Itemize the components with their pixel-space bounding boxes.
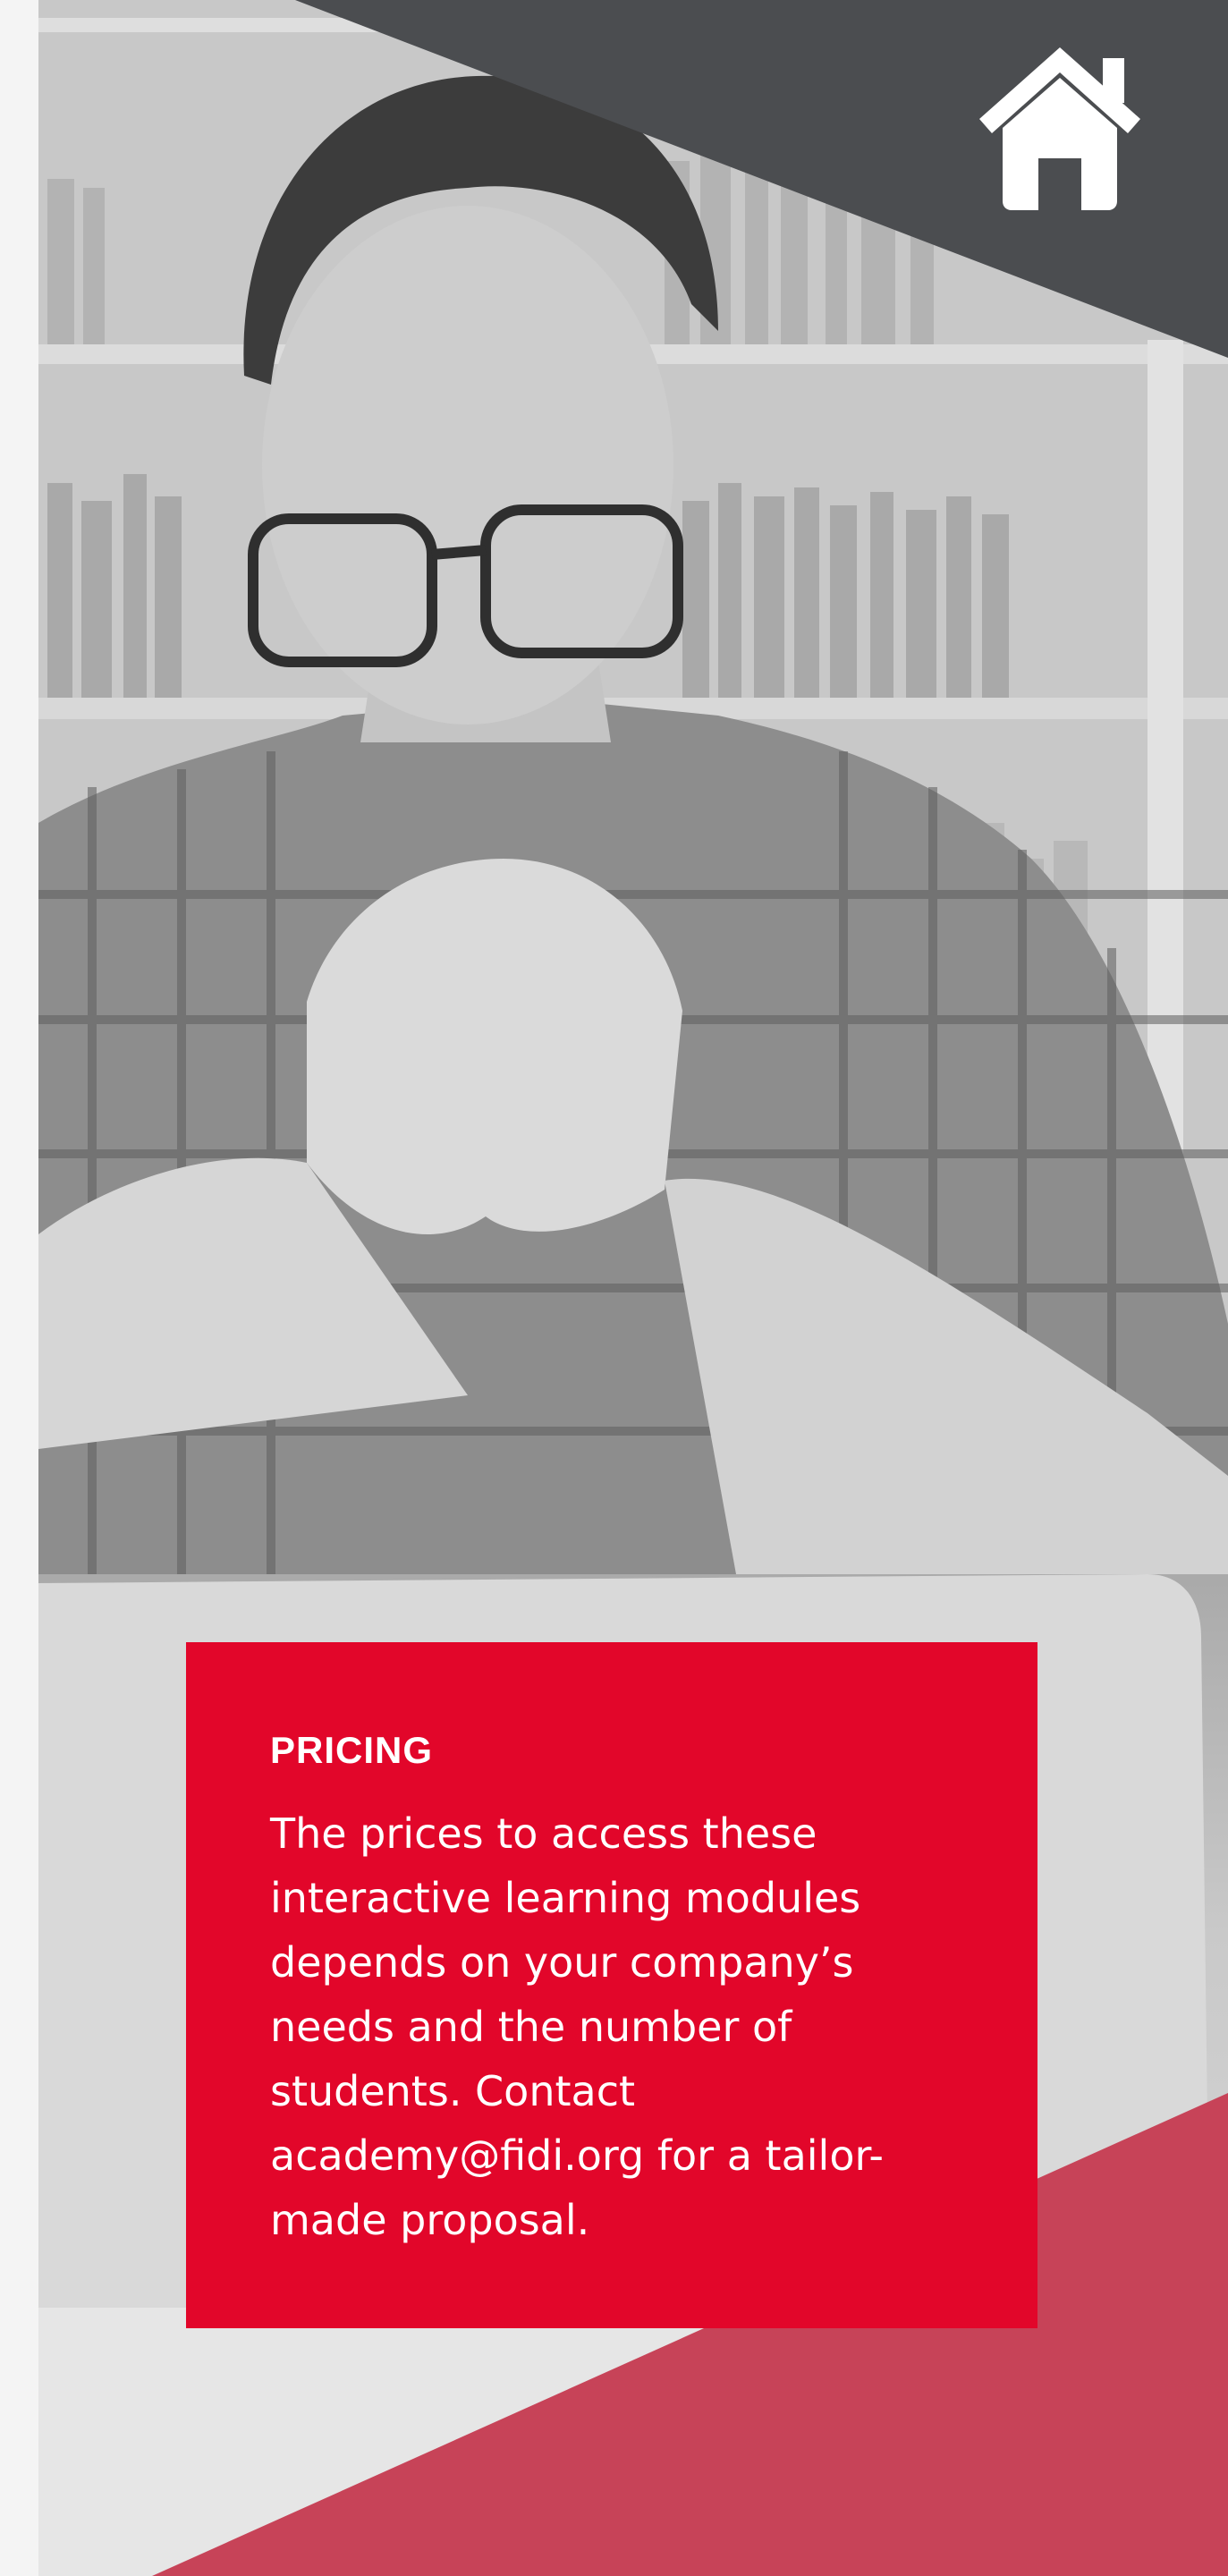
home-icon	[979, 47, 1140, 210]
brochure-page: PRICING The prices to access these inter…	[0, 0, 1228, 2576]
pricing-title: PRICING	[270, 1729, 434, 1771]
pricing-description: The prices to access these interactive l…	[270, 1809, 885, 2245]
home-button[interactable]	[970, 40, 1149, 215]
pricing-card: PRICING The prices to access these inter…	[186, 1642, 1037, 2328]
